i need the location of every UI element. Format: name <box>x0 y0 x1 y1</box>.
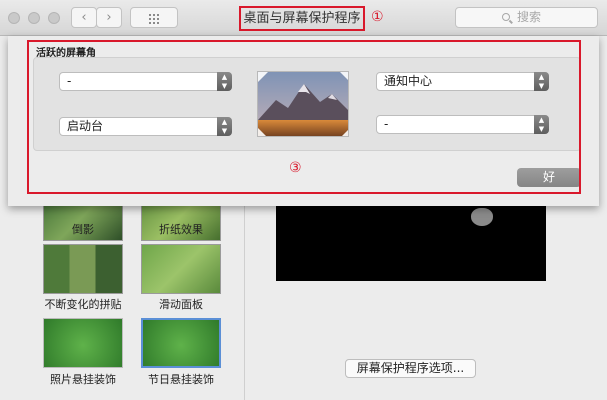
select-arrow-icon: ▲ ▼ <box>534 72 549 91</box>
mountain-wallpaper <box>258 72 348 136</box>
window-title: 桌面与屏幕保护程序 <box>239 6 365 31</box>
screensaver-label: 照片悬挂装饰 <box>50 373 116 386</box>
annotation-marker-one: ① <box>371 9 384 25</box>
screensaver-label: 倒影 <box>72 223 94 236</box>
search-placeholder: 搜索 <box>517 10 542 24</box>
search-icon <box>502 13 510 21</box>
annotation-marker-three: ③ <box>289 160 302 176</box>
screensaver-label: 节日悬挂装饰 <box>148 373 214 386</box>
window-toolbar: ‹ › 桌面与屏幕保护程序 ① 搜索 <box>0 0 607 36</box>
select-arrow-icon: ▲ ▼ <box>534 115 549 134</box>
select-arrow-icon: ▲ ▼ <box>217 117 232 136</box>
nav-forward-icon: › <box>106 10 112 25</box>
desktop-preview-image <box>257 71 349 137</box>
ok-button[interactable]: 好 <box>517 168 581 187</box>
screensaver-label: 不断变化的拼贴 <box>44 298 122 311</box>
bottom-left-corner-value: 启动台 <box>67 119 104 133</box>
show-all-button[interactable] <box>130 7 178 28</box>
screensaver-preview-panel: 屏幕保护程序选项... <box>246 206 607 400</box>
screensaver-thumb-holiday-mobile[interactable] <box>141 318 221 368</box>
screensaver-label: 滑动面板 <box>159 298 203 311</box>
nav-forward-button[interactable]: › <box>96 7 122 28</box>
top-right-corner-value: 通知中心 <box>384 74 433 88</box>
screensaver-thumb-shifting-tiles[interactable] <box>43 244 123 294</box>
bottom-left-corner-select[interactable]: 启动台 ▲ ▼ <box>59 117 232 136</box>
minimize-window-button[interactable] <box>28 12 40 24</box>
select-arrow-icon: ▲ ▼ <box>217 72 232 91</box>
apple-logo-icon <box>471 208 493 226</box>
top-left-corner-value: - <box>67 74 72 88</box>
close-window-button[interactable] <box>8 12 20 24</box>
screensaver-thumb-photo-mobile[interactable] <box>43 318 123 368</box>
zoom-window-button[interactable] <box>48 12 60 24</box>
screensaver-label: 折纸效果 <box>159 223 203 236</box>
top-right-corner-select[interactable]: 通知中心 ▲ ▼ <box>376 72 549 91</box>
search-field[interactable]: 搜索 <box>455 7 598 28</box>
top-left-corner-select[interactable]: - ▲ ▼ <box>59 72 232 91</box>
screensaver-list: 倒影 折纸效果 不断变化的拼贴 滑动面板 照片悬挂装饰 节日悬挂装饰 <box>33 191 245 400</box>
bottom-right-corner-value: - <box>384 117 389 131</box>
screensaver-preview-screen <box>276 206 546 281</box>
nav-back-icon: ‹ <box>81 10 87 25</box>
screensaver-options-button[interactable]: 屏幕保护程序选项... <box>345 359 476 378</box>
screensaver-thumb-sliding-panels[interactable] <box>141 244 221 294</box>
bottom-right-corner-select[interactable]: - ▲ ▼ <box>376 115 549 134</box>
nav-back-button[interactable]: ‹ <box>71 7 97 28</box>
